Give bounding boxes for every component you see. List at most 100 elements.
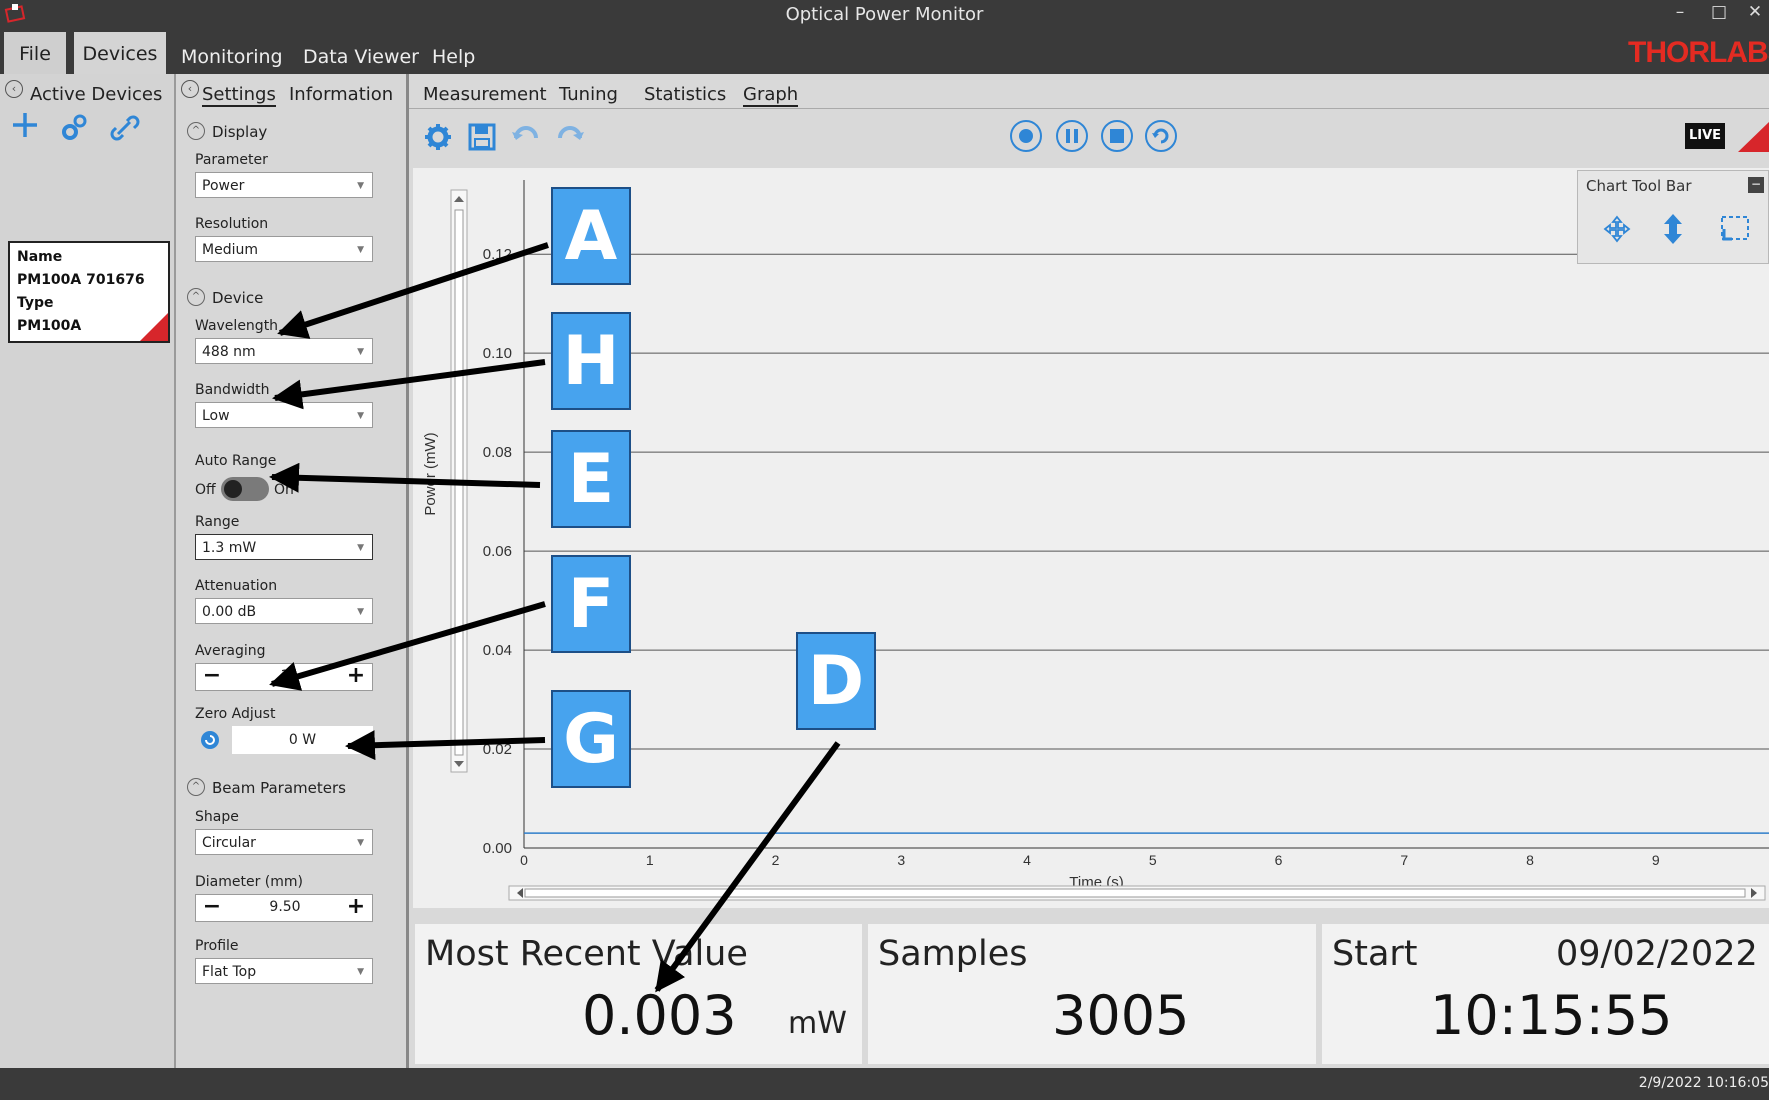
tab-graph[interactable]: Graph [743,84,799,107]
menu-file[interactable]: File [4,32,66,74]
thorlabs-logo: THORLABS [1628,36,1769,69]
tab-measurement[interactable]: Measurement [423,84,547,105]
link-icon[interactable] [110,114,140,146]
refresh-button[interactable] [1145,120,1177,152]
collapse-left-icon[interactable]: ‹ [5,80,23,98]
averaging-decrement-button[interactable]: − [198,664,226,690]
samples-value: 3005 [1052,984,1190,1047]
y-tick-label: 0.02 [483,741,512,758]
save-icon[interactable] [468,123,496,155]
annotation-e: E [551,430,631,528]
close-button[interactable]: ✕ [1741,2,1769,22]
range-label: Range [195,514,240,530]
status-datetime: 2/9/2022 10:16:05 [1638,1075,1769,1091]
display-header: Display [212,123,268,141]
menu-monitoring[interactable]: Monitoring [181,40,283,74]
chart-tool-bar-title: Chart Tool Bar [1586,177,1692,195]
horizontal-scroll-thumb [524,888,1746,898]
device-card[interactable]: Name PM100A 701676 Type PM100A [8,241,170,343]
device-type-label: Type [17,295,54,311]
configure-icon[interactable] [60,112,90,146]
averaging-value[interactable]: 1 [226,668,344,684]
tab-settings[interactable]: Settings [202,84,276,107]
device-collapse-icon[interactable]: ^ [187,288,205,306]
beam-parameters-header: Beam Parameters [212,779,346,797]
menu-devices[interactable]: Devices [74,32,166,74]
add-icon[interactable] [10,110,40,148]
x-tick-label: 4 [1023,852,1031,868]
auto-range-toggle[interactable] [221,477,269,501]
averaging-increment-button[interactable]: + [342,664,370,690]
tab-tuning[interactable]: Tuning [559,84,618,105]
window-title: Optical Power Monitor [785,4,984,25]
diameter-value[interactable]: 9.50 [226,899,344,915]
zero-adjust-icon[interactable] [200,730,220,754]
y-tick-label: 0.04 [483,642,512,659]
auto-range-on-label: On [274,482,294,498]
resolution-label: Resolution [195,216,269,232]
x-tick-label: 2 [772,852,780,868]
record-button[interactable] [1010,120,1042,152]
minimize-button[interactable]: – [1666,2,1694,22]
x-tick-label: 8 [1526,852,1534,868]
pan-icon[interactable] [1602,215,1632,249]
wavelength-label: Wavelength [195,318,279,334]
diameter-label: Diameter (mm) [195,874,304,890]
wavelength-select[interactable]: 488 nm ▼ [195,338,373,364]
collapse-settings-icon[interactable]: ‹ [181,80,199,98]
bandwidth-select[interactable]: Low ▼ [195,402,373,428]
device-type: PM100A [17,318,82,334]
x-tick-label: 3 [897,852,905,868]
zero-adjust-value: 0 W [232,726,373,754]
x-tick-label: 9 [1652,852,1660,868]
y-tick-label: 0.06 [483,543,512,560]
tab-information[interactable]: Information [289,84,393,105]
averaging-label: Averaging [195,643,266,659]
range-select[interactable]: 1.3 mW ▼ [195,534,373,560]
x-tick-label: 6 [1275,852,1283,868]
profile-select[interactable]: Flat Top ▼ [195,958,373,984]
start-panel: Start 09/02/2022 10:15:55 [1322,924,1769,1064]
annotation-a: A [551,187,631,285]
settings-icon[interactable] [423,122,453,156]
diameter-increment-button[interactable]: + [342,895,370,921]
samples-title: Samples [878,934,1028,974]
active-devices-panel: ‹ Active Devices Name PM100A 701676 Type… [0,74,176,1068]
attenuation-label: Attenuation [195,578,278,594]
vertical-scroll-thumb [454,209,464,756]
vertical-zoom-icon[interactable] [1662,213,1684,249]
averaging-stepper[interactable]: − 1 + [195,663,373,691]
pause-button[interactable] [1056,120,1088,152]
maximize-button[interactable]: □ [1705,2,1733,22]
diameter-decrement-button[interactable]: − [198,895,226,921]
parameter-select[interactable]: Power ▼ [195,172,373,198]
live-indicator-corner [1738,122,1769,152]
beam-collapse-icon[interactable]: ^ [187,778,205,796]
attenuation-select[interactable]: 0.00 dB ▼ [195,598,373,624]
shape-label: Shape [195,809,239,825]
resolution-select[interactable]: Medium ▼ [195,236,373,262]
y-axis-label: Power (mW) [422,432,439,515]
menu-help[interactable]: Help [432,40,475,74]
tab-statistics[interactable]: Statistics [644,84,726,105]
menu-data-viewer[interactable]: Data Viewer [303,40,419,74]
device-name-label: Name [17,249,63,265]
samples-panel: Samples 3005 [868,924,1316,1064]
display-collapse-icon[interactable]: ^ [187,122,205,140]
stop-button[interactable] [1101,120,1133,152]
y-tick-label: 0.10 [483,345,512,362]
chart-tool-bar-minimize-icon[interactable]: − [1748,177,1764,193]
bandwidth-label: Bandwidth [195,382,270,398]
y-tick-label: 0.12 [483,246,512,263]
shape-select[interactable]: Circular ▼ [195,829,373,855]
profile-label: Profile [195,938,239,954]
tab-divider [409,108,1769,109]
most-recent-unit: mW [788,1006,847,1041]
status-bar [0,1068,1769,1100]
undo-icon[interactable] [511,124,541,154]
annotation-h: H [551,312,631,410]
start-date: 09/02/2022 [1556,934,1758,974]
redo-icon[interactable] [555,124,585,154]
diameter-stepper[interactable]: − 9.50 + [195,894,373,922]
box-zoom-icon[interactable] [1720,215,1750,247]
